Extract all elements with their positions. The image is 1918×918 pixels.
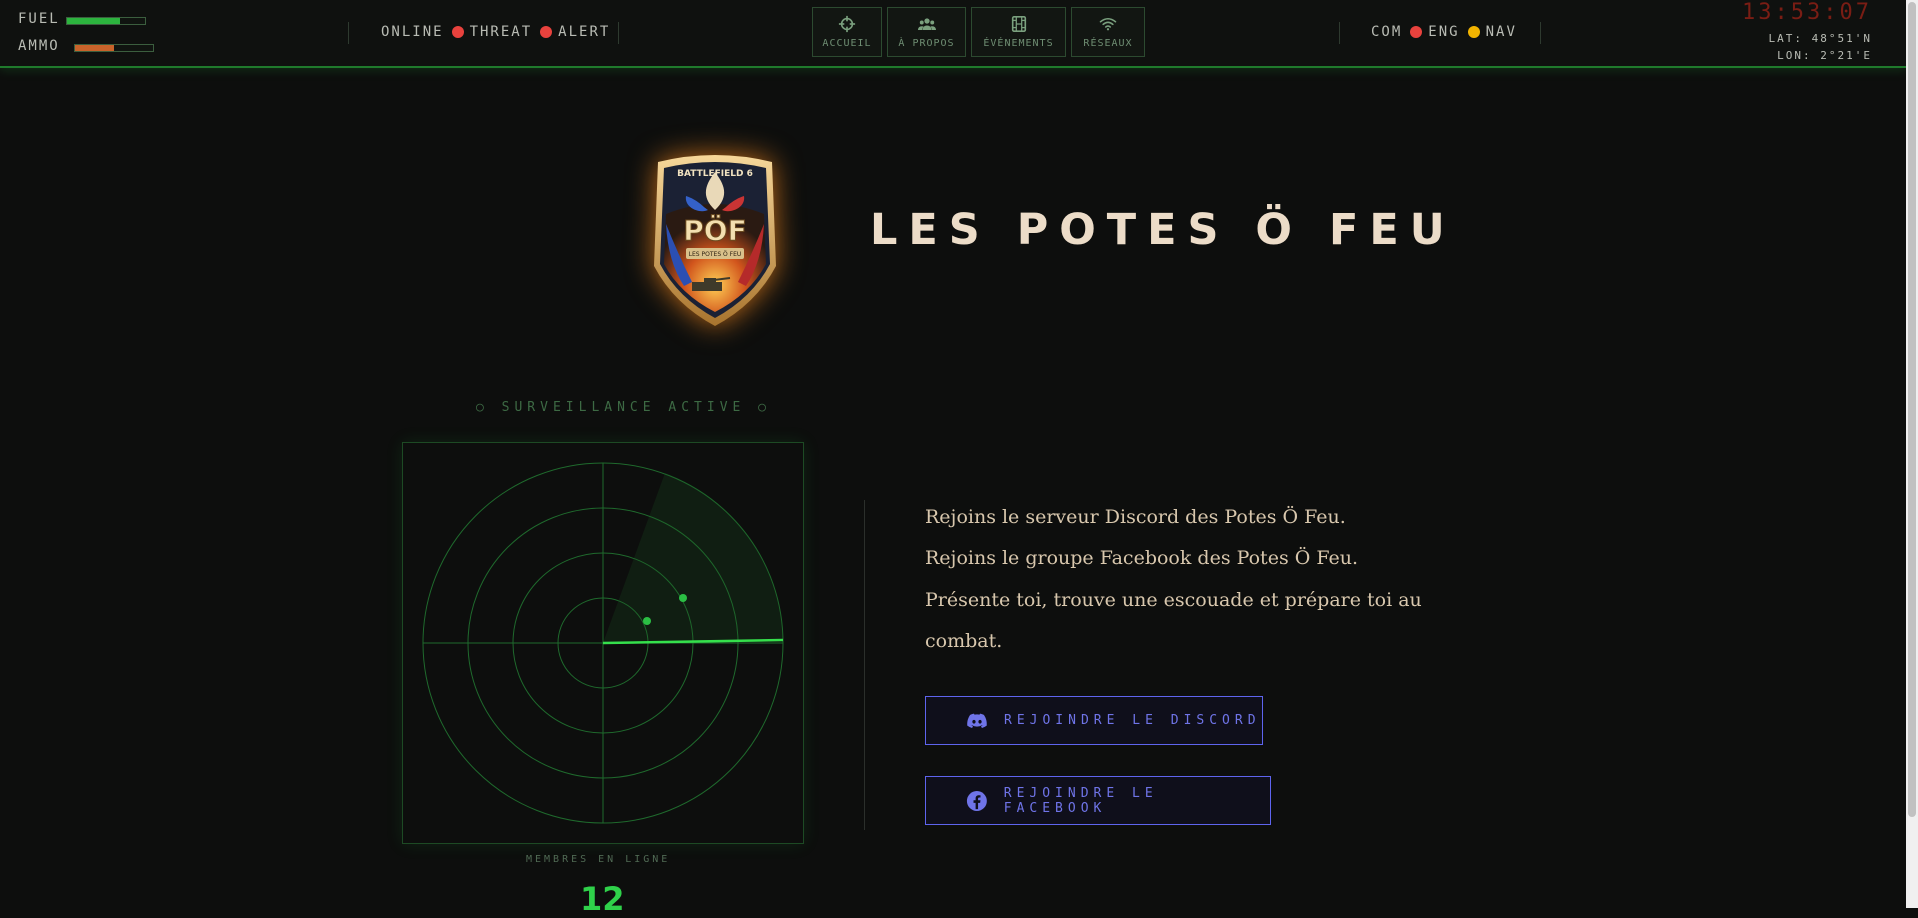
- join-discord-button[interactable]: REJOINDRE LE DISCORD: [925, 696, 1263, 745]
- page-scrollbar[interactable]: [1906, 0, 1918, 908]
- nav-reseaux[interactable]: RÉSEAUX: [1071, 7, 1145, 57]
- threat-indicator-dot: [451, 26, 464, 38]
- members-online-label: MEMBRES EN LIGNE: [526, 854, 671, 865]
- fuel-bar-fill: [67, 18, 121, 24]
- users-icon: [917, 18, 936, 30]
- status-threat-label: THREAT: [469, 24, 533, 40]
- ammo-bar: [74, 44, 154, 52]
- hud-separator: [618, 22, 619, 44]
- hud-top-bar: FUEL AMMO ONLINE THREAT ALERT ACCUEIL À …: [0, 0, 1906, 68]
- nav-reseaux-label: RÉSEAUX: [1083, 38, 1133, 49]
- ammo-label: AMMO: [18, 38, 60, 54]
- fuel-label: FUEL: [18, 11, 60, 27]
- crest-top-text: BATTLEFIELD 6: [677, 169, 753, 179]
- film-icon: [1011, 15, 1026, 33]
- hud-separator: [1540, 22, 1541, 44]
- intro-facebook-text: Rejoins le groupe Facebook des Potes Ö F…: [925, 547, 1359, 569]
- radar-blip: [679, 594, 687, 602]
- nav-a-propos[interactable]: À PROPOS: [887, 7, 966, 57]
- status-com-label: COM: [1371, 24, 1403, 40]
- fuel-gauge: FUEL: [18, 11, 146, 27]
- status-left: ONLINE THREAT ALERT: [381, 24, 610, 40]
- radar-panel: [402, 442, 804, 844]
- ammo-bar-fill: [75, 45, 114, 51]
- squad-crest-logo: PÖF BATTLEFIELD 6 LES POTES Ö FEU: [654, 155, 776, 326]
- status-nav-label: NAV: [1485, 24, 1517, 40]
- intro-squad-text: Présente toi, trouve une escouade et pré…: [925, 589, 1422, 652]
- vertical-divider: [864, 500, 865, 830]
- radar-display: [422, 462, 784, 824]
- hud-separator: [348, 22, 349, 44]
- crest-ribbon-text: LES POTES Ö FEU: [689, 251, 742, 258]
- status-eng-label: ENG: [1428, 24, 1460, 40]
- status-alert-label: ALERT: [558, 24, 611, 40]
- nav-accueil-label: ACCUEIL: [822, 38, 872, 49]
- longitude-readout: LON: 2°21'E: [1777, 49, 1872, 62]
- alert-indicator-dot: [540, 26, 553, 38]
- status-right: COM ENG NAV: [1371, 24, 1517, 40]
- com-indicator-dot: [1410, 26, 1423, 38]
- fuel-bar: [66, 17, 146, 25]
- page-title: LES POTES Ö FEU: [870, 205, 1456, 255]
- eng-indicator-dot: [1467, 26, 1480, 38]
- nav-accueil[interactable]: ACCUEIL: [812, 7, 882, 57]
- scrollbar-thumb[interactable]: [1908, 2, 1916, 817]
- radar-blip: [643, 617, 651, 625]
- discord-icon: [967, 713, 987, 728]
- status-online-label: ONLINE: [381, 24, 444, 40]
- hud-separator: [1339, 22, 1340, 44]
- members-online-count: 12: [580, 880, 625, 918]
- ammo-gauge: AMMO: [18, 38, 154, 54]
- nav-evenements[interactable]: ÉVÉNEMENTS: [971, 7, 1066, 57]
- crest-monogram: PÖF: [683, 213, 746, 247]
- join-discord-label: REJOINDRE LE DISCORD: [1004, 713, 1261, 728]
- nav-evenements-label: ÉVÉNEMENTS: [983, 38, 1054, 49]
- mission-clock: 13:53:07: [1742, 0, 1872, 25]
- intro-discord-text: Rejoins le serveur Discord des Potes Ö F…: [925, 506, 1346, 528]
- latitude-readout: LAT: 48°51'N: [1768, 32, 1872, 45]
- wifi-icon: [1099, 18, 1117, 31]
- join-facebook-button[interactable]: REJOINDRE LE FACEBOOK: [925, 776, 1271, 825]
- radar-sweep-trail: [603, 473, 783, 643]
- facebook-icon: [966, 790, 987, 811]
- crosshair-icon: [838, 15, 856, 33]
- radar-caption: ○ SURVEILLANCE ACTIVE ○: [476, 400, 772, 415]
- nav-a-propos-label: À PROPOS: [898, 38, 955, 49]
- join-facebook-label: REJOINDRE LE FACEBOOK: [1003, 785, 1158, 816]
